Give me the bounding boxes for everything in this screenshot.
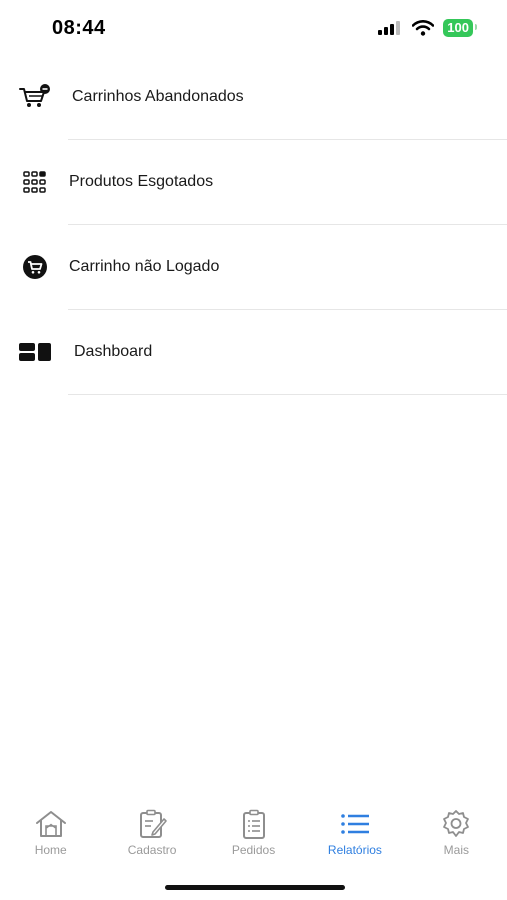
home-icon [35,811,66,837]
divider [68,394,507,395]
menu-item-carrinho-nao-logado[interactable]: Carrinho não Logado [0,225,507,310]
battery-indicator: 100 [443,19,477,37]
tab-label: Relatórios [327,843,382,857]
menu-item-produtos-esgotados[interactable]: Produtos Esgotados [0,140,507,225]
status-time: 08:44 [52,17,106,39]
grid-icon [18,168,52,196]
list-icon [341,814,369,834]
menu-item-label: Carrinho não Logado [69,258,220,275]
status-icons: 100 [377,19,477,37]
tab-label: Cadastro [127,843,177,857]
wifi-icon [412,20,435,36]
reports-menu-list: Carrinhos Abandonados Produtos Esgotados [0,55,507,395]
edit-icon [140,809,167,838]
tab-mais[interactable]: Mais [406,808,507,868]
tab-home[interactable]: Home [0,808,101,868]
gear-icon [443,810,470,837]
tab-cadastro[interactable]: Cadastro [101,808,202,868]
tab-label: Pedidos [231,843,276,857]
cart-minus-icon [18,83,52,111]
tab-label: Mais [443,843,469,857]
tab-pedidos[interactable]: Pedidos [203,808,304,868]
tab-label: Home [34,843,67,857]
clipboard-icon [242,809,265,839]
dashboard-icon [18,338,52,366]
signal-icon [378,21,401,35]
home-indicator[interactable] [165,885,345,890]
menu-item-label: Dashboard [74,343,153,360]
tab-relatorios[interactable]: Relatórios [304,808,405,868]
menu-item-label: Produtos Esgotados [69,173,214,190]
menu-item-dashboard[interactable]: Dashboard [0,310,507,395]
cart-circle-icon [18,253,52,281]
status-bar: 08:44 100 [0,0,507,58]
menu-item-carrinhos-abandonados[interactable]: Carrinhos Abandonados [0,55,507,140]
tab-bar: Home Cadastro Pedidos Relatórios Mais [0,808,507,868]
menu-item-label: Carrinhos Abandonados [72,88,244,105]
